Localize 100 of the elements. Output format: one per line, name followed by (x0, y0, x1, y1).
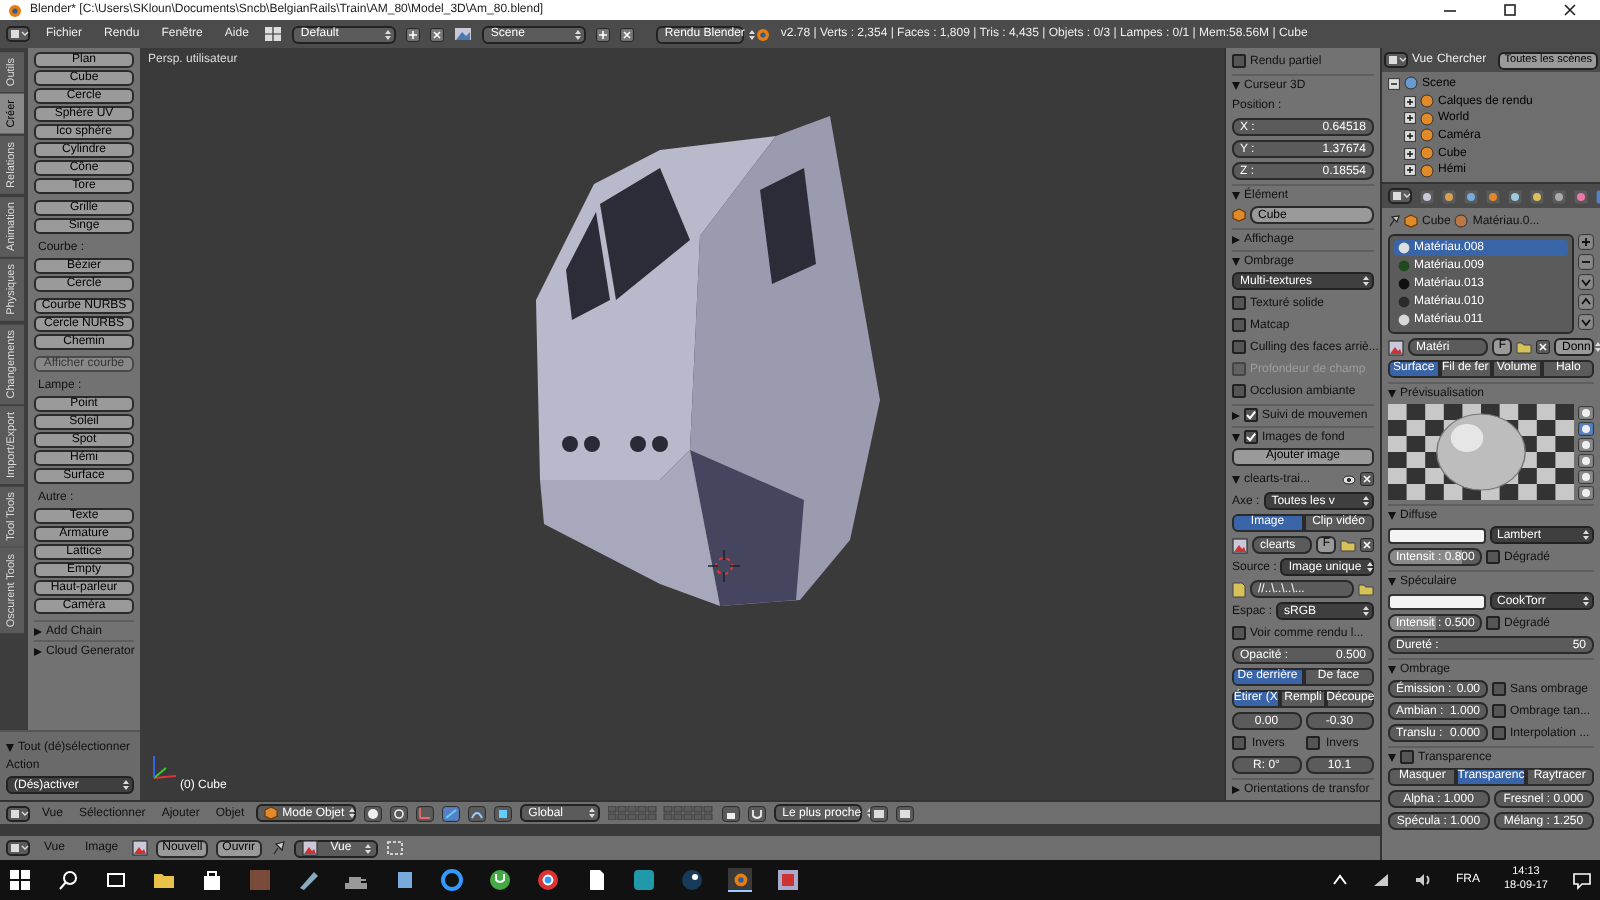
checkbox[interactable] (1492, 682, 1506, 696)
close-icon[interactable] (1360, 472, 1374, 486)
pivot-point-icon[interactable] (390, 805, 409, 821)
editor-type-icon[interactable] (1388, 188, 1412, 204)
checkbox[interactable] (1244, 430, 1258, 444)
checkbox[interactable] (1232, 296, 1246, 310)
checkbox[interactable] (1492, 726, 1506, 740)
move-arrow-icon[interactable] (1578, 294, 1594, 310)
checkbox[interactable] (1232, 54, 1246, 68)
color-swatch[interactable] (1388, 527, 1485, 543)
checkbox[interactable] (1232, 736, 1246, 750)
preview-shape-icon[interactable] (1578, 437, 1594, 451)
download-client-icon[interactable] (488, 868, 512, 892)
disclosure-triangle-icon[interactable] (1232, 191, 1240, 199)
context-tab-icon[interactable] (1420, 189, 1434, 203)
preview-shape-icon[interactable] (1578, 405, 1594, 419)
game-client-icon[interactable] (680, 868, 704, 892)
disclosure-triangle-icon[interactable] (34, 627, 42, 635)
3d-app-icon[interactable] (728, 868, 752, 892)
layout-icon[interactable] (264, 26, 283, 42)
disclosure-triangle-icon[interactable] (1232, 81, 1240, 89)
network-icon[interactable] (1371, 872, 1390, 888)
disclosure-triangle-icon[interactable] (1232, 235, 1240, 243)
store-bag-icon[interactable] (200, 868, 224, 892)
checkbox[interactable] (1306, 736, 1320, 750)
checkbox[interactable] (1486, 550, 1500, 564)
checkbox[interactable] (1244, 408, 1258, 422)
expand-toggle-icon[interactable] (1404, 129, 1416, 142)
disclosure-triangle-icon[interactable] (1388, 511, 1396, 519)
disclosure-triangle-icon[interactable] (6, 743, 14, 751)
manipulator-translate-icon[interactable] (442, 805, 461, 821)
search-icon[interactable] (56, 868, 80, 892)
disclosure-triangle-icon[interactable] (1232, 475, 1240, 483)
checkbox[interactable] (1232, 626, 1246, 640)
checkbox[interactable] (1486, 616, 1500, 630)
close-icon[interactable] (1562, 2, 1578, 18)
expand-toggle-icon[interactable] (1404, 147, 1416, 160)
zoom-fit-icon[interactable] (385, 840, 403, 856)
lock-icon[interactable] (722, 805, 741, 821)
photo-placeholder[interactable] (248, 868, 272, 892)
context-tab-icon[interactable] (1552, 189, 1566, 203)
editor-type-icon[interactable] (6, 805, 30, 821)
context-tab-icon[interactable] (1442, 189, 1456, 203)
chevron-up-icon[interactable] (1331, 872, 1348, 888)
context-tab-icon[interactable] (1530, 189, 1544, 203)
preview-shape-icon[interactable] (1578, 485, 1594, 499)
manipulator-icon[interactable] (416, 805, 435, 821)
task-view-icon[interactable] (104, 868, 128, 892)
expand-toggle-icon[interactable] (1388, 77, 1400, 90)
context-tab-icon[interactable] (1486, 189, 1500, 203)
list-edit-icon[interactable] (1578, 254, 1594, 270)
preview-shape-icon[interactable] (1578, 453, 1594, 467)
expand-toggle-icon[interactable] (1404, 164, 1416, 177)
notification-icon[interactable] (1572, 871, 1592, 889)
editor-type-icon[interactable] (1384, 52, 1408, 68)
manipulator-scale-icon[interactable] (494, 805, 513, 821)
render-icon[interactable] (870, 805, 889, 821)
chat-app-icon[interactable] (632, 868, 656, 892)
browser-e-icon[interactable] (440, 868, 464, 892)
speaker-icon[interactable] (1413, 872, 1432, 888)
add-icon[interactable] (596, 27, 611, 41)
checkbox[interactable] (1232, 384, 1246, 398)
editor-type-icon[interactable] (6, 840, 30, 856)
list-edit-icon[interactable] (1578, 234, 1594, 250)
editor-type-icon[interactable] (6, 26, 30, 42)
folder-icon[interactable] (152, 868, 176, 892)
document-icon[interactable] (584, 868, 608, 892)
checkbox[interactable] (1232, 340, 1246, 354)
disclosure-triangle-icon[interactable] (1388, 577, 1396, 585)
browser-icon[interactable] (536, 868, 560, 892)
checkbox[interactable] (1492, 704, 1506, 718)
pin-icon[interactable] (1388, 214, 1400, 228)
move-arrow-icon[interactable] (1578, 274, 1594, 290)
scene-icon[interactable] (454, 26, 473, 42)
preview-shape-icon[interactable] (1578, 469, 1594, 483)
pin-icon[interactable] (269, 840, 285, 856)
render-anim-icon[interactable] (896, 805, 915, 821)
context-tab-icon[interactable] (1464, 189, 1478, 203)
manipulator-rotate-icon[interactable] (468, 805, 487, 821)
maximize-icon[interactable] (1502, 2, 1518, 18)
document-stack-icon[interactable] (392, 868, 416, 892)
expand-toggle-icon[interactable] (1404, 95, 1416, 107)
image-viewer-icon[interactable] (776, 868, 800, 892)
preview-shape-icon[interactable] (1578, 421, 1594, 435)
color-swatch[interactable] (1388, 593, 1485, 609)
close-icon[interactable] (1536, 340, 1550, 354)
close-icon[interactable] (1360, 538, 1374, 552)
context-tab-icon[interactable] (1508, 189, 1522, 203)
shading-sphere-icon[interactable] (364, 805, 383, 821)
eye-icon[interactable] (1342, 473, 1356, 485)
remove-icon[interactable] (620, 27, 635, 41)
remove-icon[interactable] (430, 27, 445, 41)
context-tab-icon[interactable] (1574, 189, 1588, 203)
checkbox[interactable] (1400, 750, 1414, 764)
checkbox[interactable] (1232, 318, 1246, 332)
disclosure-triangle-icon[interactable] (34, 647, 42, 655)
add-icon[interactable] (406, 27, 421, 41)
expand-toggle-icon[interactable] (1404, 112, 1416, 125)
snap-magnet-icon[interactable] (748, 805, 767, 821)
windows-start-icon[interactable] (8, 868, 32, 892)
